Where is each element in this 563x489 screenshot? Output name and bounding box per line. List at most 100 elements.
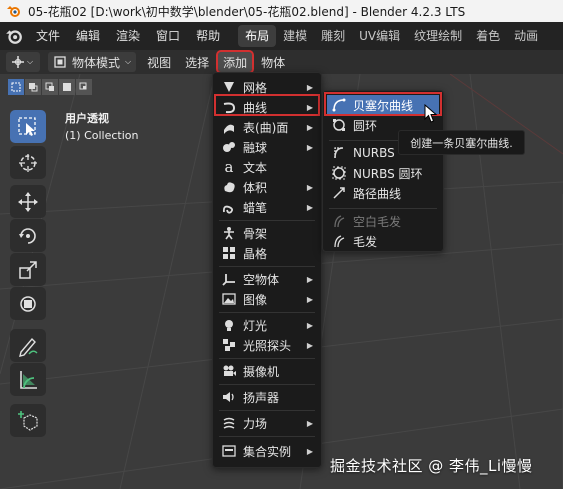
menu-item-label: 文本 — [243, 160, 268, 175]
text-icon: a — [224, 158, 234, 176]
chevron-down-icon: ⌵ — [125, 57, 132, 66]
curve-menu-item-nurbs-circle[interactable]: NURBS 圆环 — [327, 163, 439, 183]
menu-edit[interactable]: 编辑 — [68, 22, 108, 50]
lattice-icon — [221, 245, 237, 261]
add-menu-item-collection-instance[interactable]: 集合实例 ▶ — [217, 441, 317, 461]
add-menu-item-speaker[interactable]: 扬声器 — [217, 387, 317, 407]
submenu-arrow-icon: ▶ — [306, 446, 313, 456]
tab-uv-editing[interactable]: UV编辑 — [352, 25, 407, 47]
submenu-arrow-icon: ▶ — [306, 418, 313, 428]
add-menu-item-light[interactable]: 灯光 ▶ — [217, 315, 317, 335]
tool-move[interactable] — [10, 185, 46, 218]
blender-app-icon — [7, 6, 20, 17]
add-menu-item-empty[interactable]: 空物体 ▶ — [217, 269, 317, 289]
select-subtract-button[interactable] — [42, 79, 58, 95]
collection-name: (1) Collection — [65, 129, 139, 142]
menu-view[interactable]: 视图 — [142, 52, 176, 72]
select-invert-button[interactable] — [59, 79, 75, 95]
menu-item-label: 融球 — [243, 140, 268, 155]
add-menu-item-mesh[interactable]: 网格 ▶ — [217, 77, 317, 97]
submenu-arrow-icon: ▶ — [306, 122, 313, 132]
select-intersect-icon — [79, 82, 87, 90]
add-menu-item-volume[interactable]: 体积 ▶ — [217, 177, 317, 197]
annotate-icon — [19, 337, 38, 357]
tool-annotate[interactable] — [10, 329, 46, 362]
add-menu-item-text[interactable]: a 文本 — [217, 157, 317, 177]
armature-icon — [221, 225, 237, 241]
blender-logo-icon[interactable] — [0, 22, 28, 50]
menu-window[interactable]: 窗口 — [148, 22, 188, 50]
add-menu-item-curve[interactable]: 曲线 ▶ — [217, 97, 317, 117]
tab-animation[interactable]: 动画 — [507, 25, 545, 47]
menu-help[interactable]: 帮助 — [188, 22, 228, 50]
menu-item-label: 光照探头 — [243, 338, 292, 353]
curve-menu-item-bezier[interactable]: 贝塞尔曲线 — [327, 95, 439, 115]
add-menu-item-lattice[interactable]: 晶格 — [217, 243, 317, 263]
tool-add-cube[interactable] — [10, 404, 46, 437]
menu-item-label: 毛发 — [353, 234, 378, 249]
add-menu-item-metaball[interactable]: 融球 ▶ — [217, 137, 317, 157]
transform-pivot-button[interactable]: ⌵ — [6, 52, 40, 72]
select-intersect-button[interactable] — [76, 79, 92, 95]
add-menu-item-grease-pencil[interactable]: 蜡笔 ▶ — [217, 197, 317, 217]
tool-cursor[interactable] — [10, 146, 46, 179]
select-extend-button[interactable] — [25, 79, 41, 95]
menu-item-label: 图像 — [243, 292, 268, 307]
empty-icon — [221, 271, 237, 287]
tool-select-box[interactable] — [10, 110, 46, 143]
curve-menu-item-hair[interactable]: 毛发 — [327, 231, 439, 251]
menu-item-label: 网格 — [243, 80, 268, 95]
tool-scale[interactable] — [10, 253, 46, 286]
mode-selector[interactable]: 物体模式 ⌵ — [48, 52, 137, 72]
menu-item-label: 扬声器 — [243, 390, 280, 405]
select-new-button[interactable] — [8, 79, 24, 95]
watermark-text: 掘金技术社区 @ 李伟_Li慢慢 — [330, 457, 533, 475]
tool-transform[interactable] — [10, 287, 46, 320]
select-extend-icon — [29, 83, 38, 92]
add-menu-item-light-probe[interactable]: 光照探头 ▶ — [217, 335, 317, 355]
menu-add[interactable]: 添加 — [216, 50, 255, 74]
menu-select[interactable]: 选择 — [180, 52, 214, 72]
menu-item-label: 晶格 — [243, 246, 268, 261]
curve-menu-item-path[interactable]: 路径曲线 — [327, 183, 439, 203]
tool-measure[interactable] — [10, 363, 46, 396]
move-icon — [18, 191, 38, 212]
submenu-arrow-icon: ▶ — [306, 102, 313, 112]
grease-pencil-icon — [221, 199, 237, 215]
viewport-header: ⌵ 物体模式 ⌵ 视图 选择 添加 物体 — [0, 50, 563, 74]
submenu-arrow-icon: ▶ — [306, 294, 313, 304]
tab-layout[interactable]: 布局 — [238, 25, 277, 47]
tool-rotate[interactable] — [10, 219, 46, 252]
submenu-arrow-icon: ▶ — [306, 340, 313, 350]
viewport-info: 用户透视 (1) Collection — [65, 110, 139, 144]
menu-item-label: 空物体 — [243, 272, 280, 287]
add-menu-item-force-field[interactable]: 力场 ▶ — [217, 413, 317, 433]
menu-item-label: 贝塞尔曲线 — [353, 98, 414, 113]
mode-label: 物体模式 — [72, 55, 121, 70]
hair-icon — [331, 233, 347, 249]
add-menu-item-image[interactable]: 图像 ▶ — [217, 289, 317, 309]
add-menu-item-surface[interactable]: 表(曲)面 ▶ — [217, 117, 317, 137]
collection-instance-icon — [221, 443, 237, 459]
select-new-icon — [11, 82, 21, 92]
menu-item-label: 表(曲)面 — [243, 120, 289, 135]
menu-item-label: 蜡笔 — [243, 200, 268, 215]
tab-sculpting[interactable]: 雕刻 — [314, 25, 352, 47]
nurbs-circle-icon — [331, 165, 347, 181]
menu-object[interactable]: 物体 — [256, 52, 290, 72]
tab-texture-paint[interactable]: 纹理绘制 — [407, 25, 469, 47]
add-menu: 网格 ▶ 曲线 ▶ 表(曲)面 ▶ 融球 ▶ a 文本 体积 ▶ 蜡笔 ▶ 骨架… — [212, 72, 322, 468]
tab-modeling[interactable]: 建模 — [276, 25, 314, 47]
object-mode-icon — [54, 56, 66, 68]
select-box-icon — [18, 116, 36, 136]
submenu-arrow-icon: ▶ — [306, 320, 313, 330]
add-menu-item-camera[interactable]: 摄像机 — [217, 361, 317, 381]
volume-icon — [221, 179, 237, 195]
submenu-arrow-icon: ▶ — [306, 274, 313, 284]
add-menu-item-armature[interactable]: 骨架 — [217, 223, 317, 243]
menu-file[interactable]: 文件 — [28, 22, 68, 50]
menu-render[interactable]: 渲染 — [108, 22, 148, 50]
empty-hair-icon — [331, 213, 347, 229]
add-cube-icon — [18, 410, 38, 431]
tab-shading[interactable]: 着色 — [469, 25, 507, 47]
